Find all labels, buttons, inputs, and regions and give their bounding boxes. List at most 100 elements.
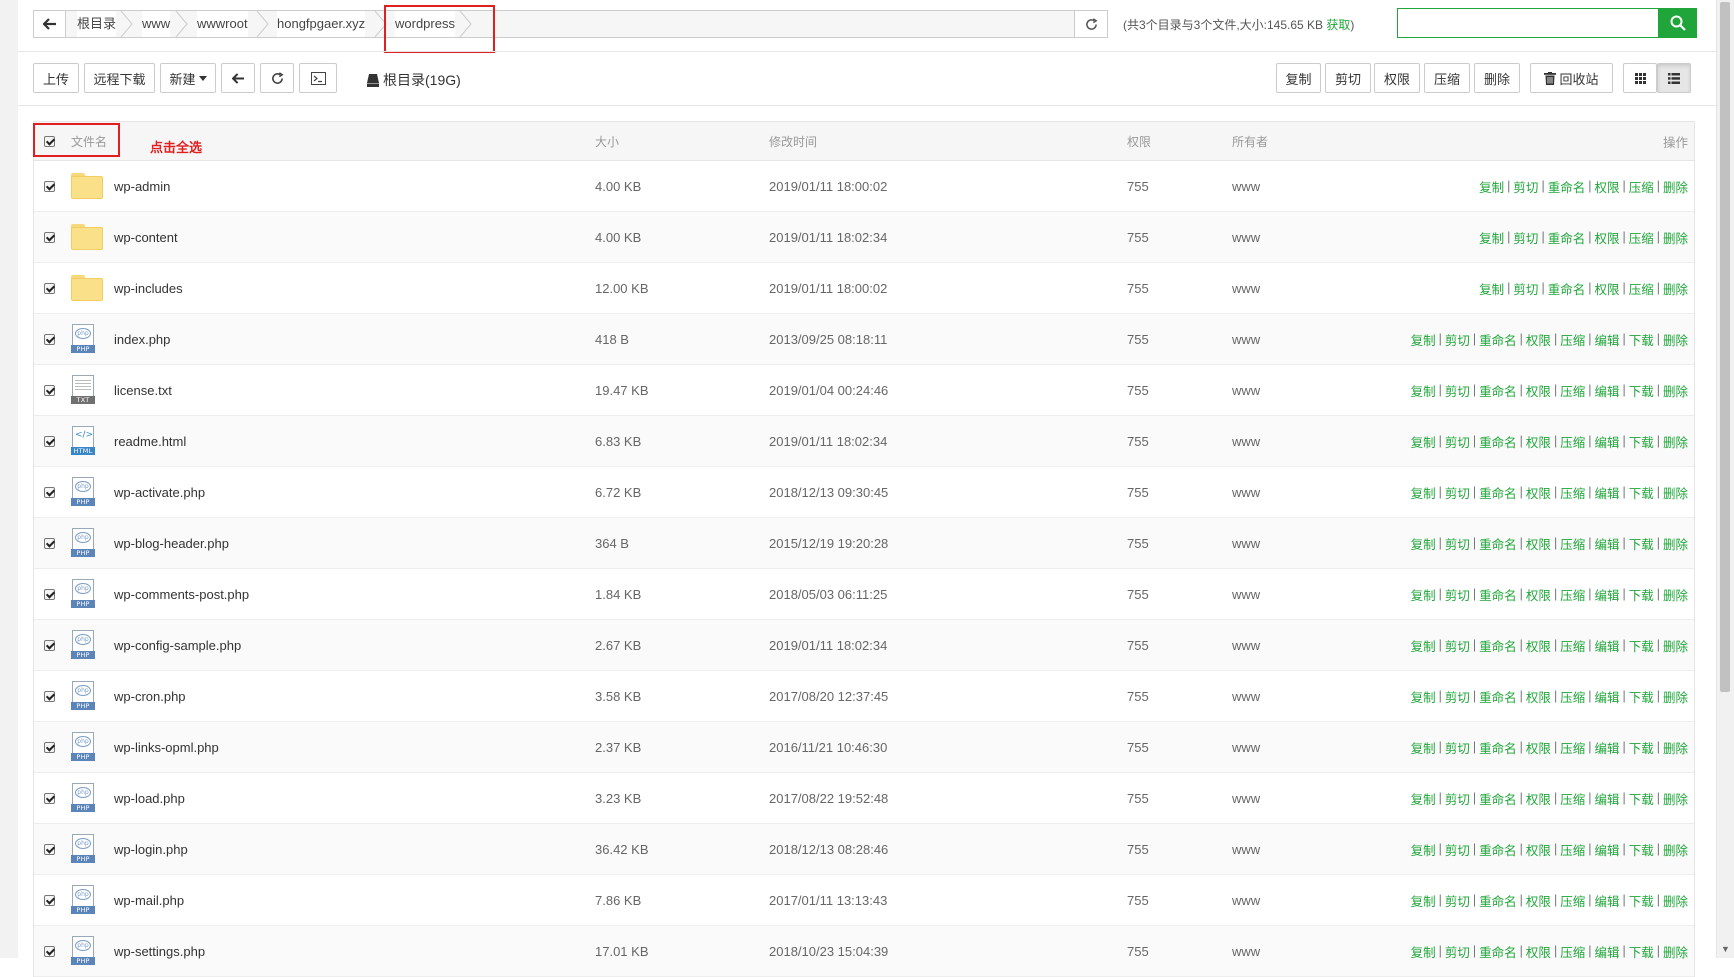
row-action-link[interactable]: 剪切 (1513, 279, 1538, 298)
row-action-link[interactable]: 复制 (1411, 840, 1436, 859)
row-checkbox-cell[interactable] (44, 467, 55, 517)
row-action-link[interactable]: 复制 (1411, 483, 1436, 502)
row-checkbox[interactable] (44, 435, 55, 447)
row-checkbox-cell[interactable] (44, 722, 55, 772)
row-action-link[interactable]: 剪切 (1513, 177, 1538, 196)
row-action-link[interactable]: 下载 (1629, 789, 1654, 808)
file-name[interactable]: wp-mail.php (114, 875, 184, 925)
row-action-link[interactable]: 复制 (1411, 330, 1436, 349)
row-action-link[interactable]: 重命名 (1479, 330, 1517, 349)
row-action-link[interactable]: 复制 (1411, 687, 1436, 706)
table-row[interactable]: wp-content 4.00 KB 2019/01/11 18:02:34 755 w… (34, 212, 1694, 263)
row-action-link[interactable]: 剪切 (1445, 840, 1470, 859)
batch-delete-button[interactable]: 删除 (1474, 63, 1520, 93)
row-action-link[interactable]: 重命名 (1479, 534, 1517, 553)
row-action-link[interactable]: 压缩 (1560, 687, 1585, 706)
row-action-link[interactable]: 删除 (1663, 789, 1688, 808)
table-row[interactable]: php PHP wp-cron.php 3.58 KB 2017/08/20 12:37… (34, 671, 1694, 722)
row-checkbox-cell[interactable] (44, 212, 55, 262)
row-action-link[interactable]: 权限 (1526, 483, 1551, 502)
refresh-button[interactable] (260, 63, 294, 93)
row-action-link[interactable]: 权限 (1526, 891, 1551, 910)
row-action-link[interactable]: 权限 (1526, 585, 1551, 604)
row-action-link[interactable]: 重命名 (1479, 585, 1517, 604)
file-name[interactable]: wp-login.php (114, 824, 188, 874)
row-action-link[interactable]: 编辑 (1594, 636, 1619, 655)
row-action-link[interactable]: 剪切 (1445, 687, 1470, 706)
row-action-link[interactable]: 剪切 (1445, 585, 1470, 604)
file-name[interactable]: wp-config-sample.php (114, 620, 241, 670)
row-action-link[interactable]: 编辑 (1594, 789, 1619, 808)
row-action-link[interactable]: 权限 (1526, 738, 1551, 757)
file-name[interactable]: license.txt (114, 365, 172, 415)
row-action-link[interactable]: 剪切 (1445, 789, 1470, 808)
row-action-link[interactable]: 重命名 (1479, 891, 1517, 910)
file-name[interactable]: index.php (114, 314, 170, 364)
row-action-link[interactable]: 下载 (1629, 483, 1654, 502)
table-row[interactable]: php PHP wp-links-opml.php 2.37 KB 2016/11/21… (34, 722, 1694, 773)
remote-download-button[interactable]: 远程下载 (84, 63, 155, 93)
row-action-link[interactable]: 权限 (1526, 840, 1551, 859)
file-name[interactable]: wp-comments-post.php (114, 569, 249, 619)
file-name[interactable]: readme.html (114, 416, 186, 466)
php-file-icon[interactable]: php PHP (71, 477, 95, 507)
row-action-link[interactable]: 剪切 (1445, 636, 1470, 655)
table-row[interactable]: TXT license.txt 19.47 KB 2019/01/04 00:24:4… (34, 365, 1694, 416)
row-action-link[interactable]: 下载 (1629, 381, 1654, 400)
row-checkbox[interactable] (44, 231, 55, 243)
file-name[interactable]: wp-links-opml.php (114, 722, 219, 772)
row-action-link[interactable]: 压缩 (1629, 279, 1654, 298)
file-name[interactable]: wp-settings.php (114, 926, 205, 976)
row-checkbox[interactable] (44, 741, 55, 753)
row-action-link[interactable]: 压缩 (1560, 330, 1585, 349)
table-row[interactable]: php PHP wp-load.php 3.23 KB 2017/08/22 19:52… (34, 773, 1694, 824)
row-checkbox[interactable] (44, 843, 55, 855)
row-action-link[interactable]: 复制 (1479, 279, 1504, 298)
row-action-link[interactable]: 权限 (1526, 636, 1551, 655)
php-file-icon[interactable]: php PHP (71, 885, 95, 915)
row-action-link[interactable]: 下载 (1629, 330, 1654, 349)
folder-icon[interactable] (71, 224, 103, 250)
search-button[interactable] (1659, 8, 1697, 38)
new-dropdown-button[interactable]: 新建 (160, 63, 216, 93)
table-row[interactable]: php PHP wp-config-sample.php 2.67 KB 2019/01… (34, 620, 1694, 671)
file-name[interactable]: wp-content (114, 212, 178, 262)
file-name[interactable]: wp-includes (114, 263, 183, 313)
terminal-button[interactable] (299, 63, 337, 93)
row-action-link[interactable]: 压缩 (1560, 432, 1585, 451)
back-button[interactable] (221, 63, 255, 93)
row-checkbox[interactable] (44, 639, 55, 651)
row-action-link[interactable]: 压缩 (1560, 840, 1585, 859)
row-action-link[interactable]: 重命名 (1479, 483, 1517, 502)
list-view-button[interactable] (1657, 63, 1691, 93)
row-action-link[interactable]: 删除 (1663, 330, 1688, 349)
row-action-link[interactable]: 删除 (1663, 483, 1688, 502)
row-action-link[interactable]: 下载 (1629, 840, 1654, 859)
php-file-icon[interactable]: php PHP (71, 528, 95, 558)
batch-compress-button[interactable]: 压缩 (1424, 63, 1470, 93)
batch-permission-button[interactable]: 权限 (1374, 63, 1420, 93)
row-action-link[interactable]: 权限 (1594, 228, 1619, 247)
row-action-link[interactable]: 删除 (1663, 687, 1688, 706)
php-file-icon[interactable]: php PHP (71, 783, 95, 813)
row-action-link[interactable]: 编辑 (1594, 330, 1619, 349)
row-action-link[interactable]: 复制 (1411, 789, 1436, 808)
row-action-link[interactable]: 删除 (1663, 228, 1688, 247)
row-action-link[interactable]: 编辑 (1594, 891, 1619, 910)
file-name[interactable]: wp-activate.php (114, 467, 205, 517)
row-checkbox[interactable] (44, 894, 55, 906)
php-file-icon[interactable]: php PHP (71, 681, 95, 711)
row-checkbox-cell[interactable] (44, 671, 55, 721)
row-checkbox[interactable] (44, 486, 55, 498)
row-action-link[interactable]: 编辑 (1594, 738, 1619, 757)
file-name[interactable]: wp-load.php (114, 773, 185, 823)
row-action-link[interactable]: 下载 (1629, 432, 1654, 451)
row-action-link[interactable]: 压缩 (1560, 585, 1585, 604)
row-action-link[interactable]: 剪切 (1445, 891, 1470, 910)
table-row[interactable]: php PHP wp-blog-header.php 364 B 2015/12/19 … (34, 518, 1694, 569)
row-action-link[interactable]: 重命名 (1479, 789, 1517, 808)
row-checkbox-cell[interactable] (44, 620, 55, 670)
row-checkbox[interactable] (44, 945, 55, 957)
breadcrumb-item[interactable]: www (142, 11, 171, 37)
row-action-link[interactable]: 下载 (1629, 585, 1654, 604)
